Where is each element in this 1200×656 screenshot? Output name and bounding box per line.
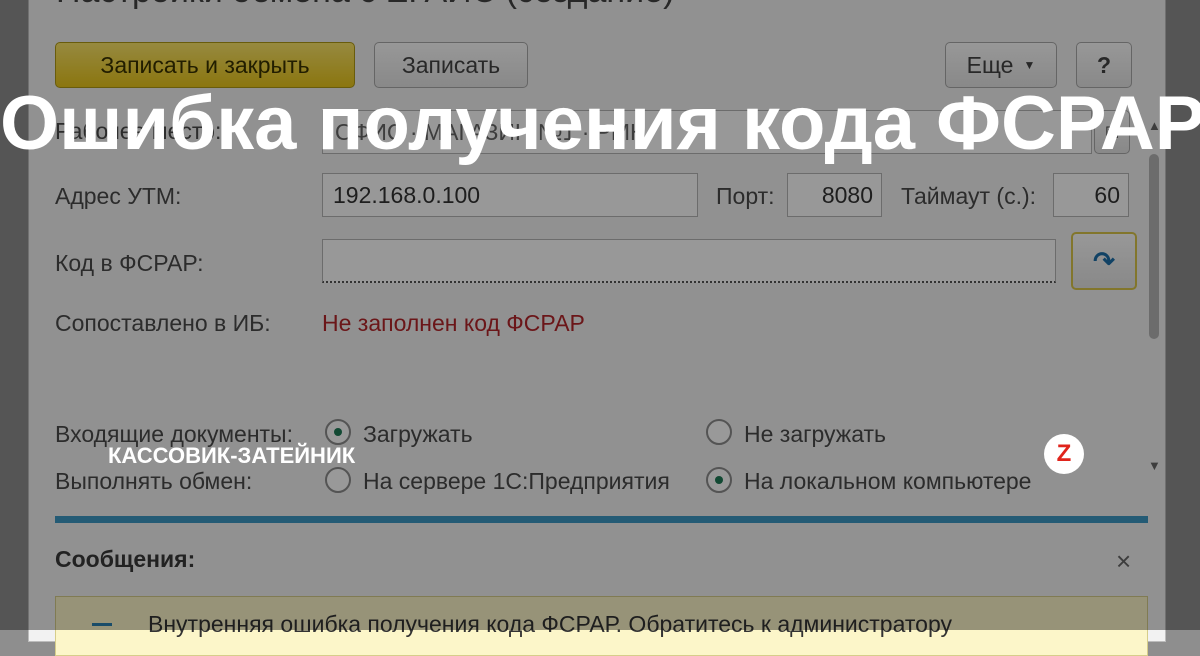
zen-logo-icon[interactable]: Z xyxy=(1044,434,1084,474)
brand-name: КАССОВИК-ЗАТЕЙНИК xyxy=(108,443,356,468)
headline: Ошибка получения кода ФСРАР xyxy=(0,81,1200,166)
